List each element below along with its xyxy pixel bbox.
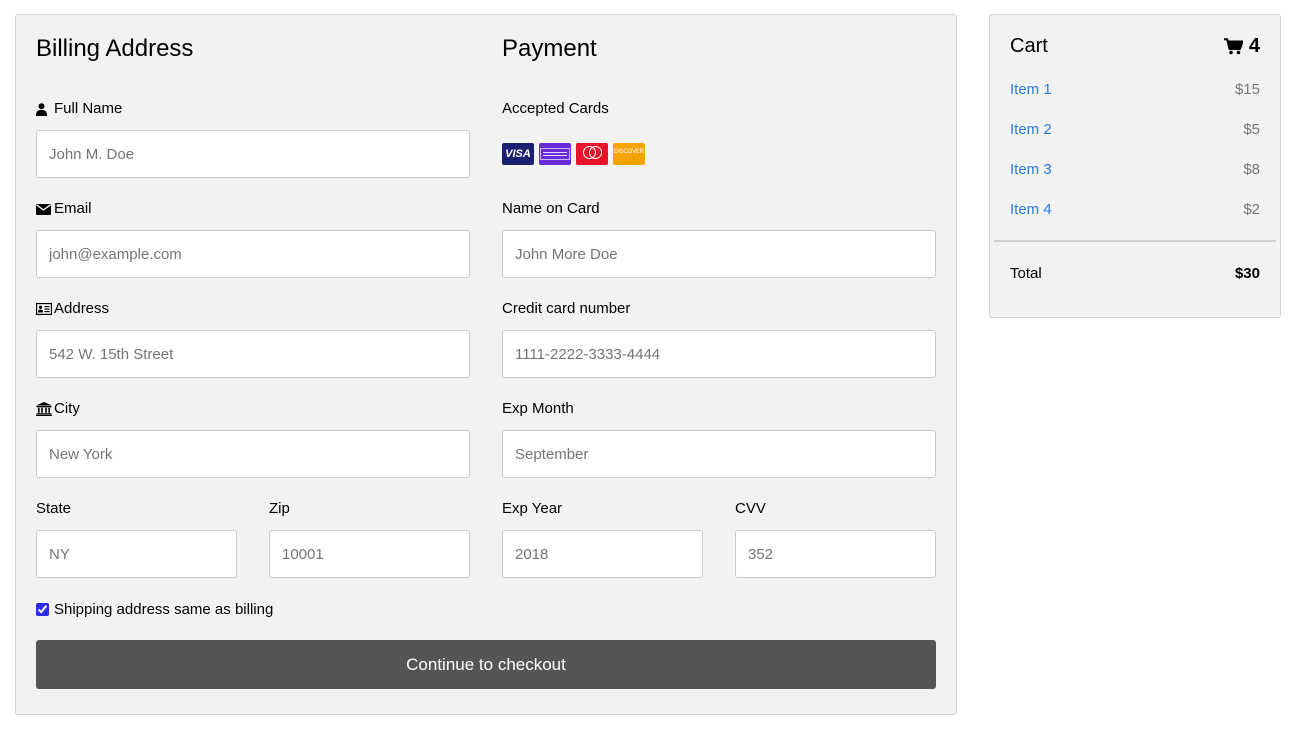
name-on-card-label: Name on Card	[502, 200, 600, 217]
address-card-icon	[36, 303, 52, 315]
cart-item: Item 1 $15	[1010, 79, 1260, 99]
state-label: State	[36, 500, 72, 517]
cvv-label: CVV	[735, 500, 766, 517]
user-icon	[36, 102, 52, 116]
amex-card-icon	[539, 143, 571, 165]
full-name-input[interactable]	[36, 130, 470, 178]
address-label: Address	[36, 300, 109, 318]
accepted-cards-list: VISA DISCOVER	[502, 143, 645, 165]
exp-year-label: Exp Year	[502, 500, 563, 517]
cart-item-price: $2	[1243, 200, 1260, 218]
city-input[interactable]	[36, 430, 470, 478]
continue-to-checkout-button[interactable]: Continue to checkout	[36, 640, 936, 689]
payment-title: Payment	[502, 35, 597, 62]
cart-item-price: $8	[1243, 160, 1260, 178]
card-number-label: Credit card number	[502, 300, 631, 317]
email-input[interactable]	[36, 230, 470, 278]
city-label-text: City	[54, 400, 80, 417]
card-number-input[interactable]	[502, 330, 936, 378]
email-label-text: Email	[54, 200, 92, 217]
cart-item: Item 4 $2	[1010, 199, 1260, 219]
address-input[interactable]	[36, 330, 470, 378]
cart-total-row: Total $30	[1010, 263, 1260, 283]
cart-item-link[interactable]: Item 3	[1010, 161, 1052, 178]
address-label-text: Address	[54, 300, 110, 317]
cart-divider	[994, 240, 1276, 242]
state-input[interactable]	[36, 530, 237, 578]
cart-item-link[interactable]: Item 4	[1010, 201, 1052, 218]
envelope-icon	[36, 203, 52, 215]
shopping-cart-icon	[1223, 37, 1243, 55]
cart-count-value: 4	[1248, 35, 1260, 57]
full-name-label-text: Full Name	[54, 100, 123, 117]
cart-total-label: Total	[1010, 264, 1042, 282]
name-on-card-input[interactable]	[502, 230, 936, 278]
discover-card-text: DISCOVER	[614, 149, 644, 155]
cart-title: Cart	[1010, 35, 1048, 57]
shipping-same-checkbox[interactable]	[36, 603, 49, 616]
institution-icon	[36, 402, 52, 416]
discover-card-icon: DISCOVER	[613, 143, 645, 165]
email-label: Email	[36, 200, 92, 218]
cart-item-link[interactable]: Item 2	[1010, 121, 1052, 138]
cart-item: Item 3 $8	[1010, 159, 1260, 179]
visa-card-icon: VISA	[502, 143, 534, 165]
exp-year-input[interactable]	[502, 530, 703, 578]
cvv-input[interactable]	[735, 530, 936, 578]
cart-item: Item 2 $5	[1010, 119, 1260, 139]
checkout-form-panel: Billing Address Full Name Email Address	[15, 14, 957, 715]
exp-month-label: Exp Month	[502, 400, 574, 417]
mastercard-card-icon	[576, 143, 608, 165]
cart-item-price: $15	[1234, 80, 1260, 98]
cart-item-link[interactable]: Item 1	[1010, 81, 1052, 98]
full-name-label: Full Name	[36, 100, 122, 118]
cart-panel: Cart 4 Item 1 $15 Item 2 $5 Item 3 $8 It…	[989, 14, 1281, 318]
exp-month-input[interactable]	[502, 430, 936, 478]
shipping-same-row[interactable]: Shipping address same as billing	[36, 601, 273, 618]
accepted-cards-label: Accepted Cards	[502, 100, 609, 117]
cart-item-price: $5	[1243, 120, 1260, 138]
zip-input[interactable]	[269, 530, 470, 578]
city-label: City	[36, 400, 80, 418]
visa-card-text: VISA	[505, 148, 531, 160]
cart-total-value: $30	[1234, 264, 1260, 282]
billing-title: Billing Address	[36, 35, 194, 62]
shipping-same-label: Shipping address same as billing	[54, 601, 274, 618]
zip-label: Zip	[269, 500, 290, 517]
cart-count: 4	[1223, 35, 1260, 57]
